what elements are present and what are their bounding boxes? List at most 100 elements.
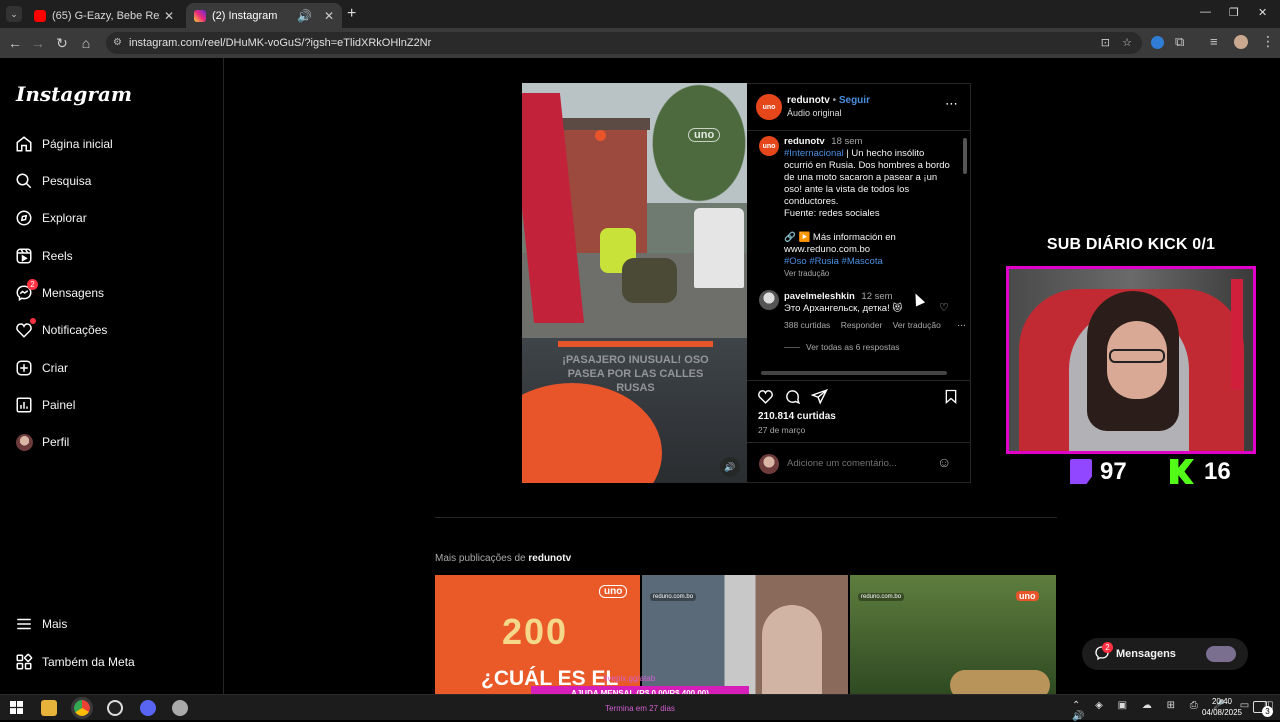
comment-reply[interactable]: Responder: [841, 320, 883, 330]
media-icon[interactable]: ≡: [1210, 34, 1218, 49]
caption-hashtags[interactable]: #Oso #Rusia #Mascota: [784, 256, 883, 267]
instagram-sidebar: Instagram Página inicial Pesquisa Explor…: [0, 58, 224, 694]
more-post-thumb-3[interactable]: reduno.com.bo uno: [850, 575, 1056, 694]
new-tab-button[interactable]: +: [347, 5, 356, 23]
like-icon[interactable]: [757, 388, 774, 410]
more-post-thumb-2[interactable]: reduno.com.bo: [642, 575, 848, 694]
sidebar-item-home[interactable]: Página inicial: [14, 132, 113, 156]
tab-youtube[interactable]: (65) G-Eazy, Bebe Rexha - Me, M ✕: [26, 3, 182, 28]
clock-time[interactable]: 20:40: [1200, 697, 1244, 706]
minimize-icon[interactable]: —: [1200, 6, 1211, 18]
forward-icon[interactable]: →: [30, 35, 46, 51]
sub-goal-title: SUB DIÁRIO KICK 0/1: [1046, 236, 1216, 253]
sidebar-item-explore[interactable]: Explorar: [14, 206, 87, 230]
mute-icon[interactable]: 🔊: [297, 9, 312, 23]
install-icon[interactable]: ⊡: [1101, 32, 1110, 54]
sidebar-item-profile[interactable]: Perfil: [14, 430, 69, 454]
comments-scrollbar[interactable]: [963, 138, 967, 174]
comments-hscrollbar[interactable]: [761, 371, 947, 375]
sidebar-item-meta[interactable]: Também da Meta: [14, 650, 135, 674]
sidebar-item-search[interactable]: Pesquisa: [14, 169, 91, 193]
tab-search-icon[interactable]: ⌄: [6, 6, 22, 22]
volume-icon[interactable]: 🔊: [720, 457, 740, 477]
comment-options-icon[interactable]: ⋯: [957, 320, 966, 330]
url-field[interactable]: ⚙ instagram.com/reel/DHuMK-voGuS/?igsh=e…: [106, 32, 1142, 54]
save-icon[interactable]: [943, 388, 959, 410]
windows-start-icon[interactable]: [10, 701, 23, 714]
thumb-source-tag: reduno.com.bo: [650, 593, 697, 601]
messages-floating-button[interactable]: 2 Mensagens: [1082, 638, 1248, 670]
more-options-icon[interactable]: ⋯: [945, 96, 958, 112]
livepix-link: livepix.gg/atab: [604, 674, 656, 683]
file-explorer-icon[interactable]: [41, 700, 57, 716]
author-username[interactable]: redunotv: [787, 95, 830, 106]
back-icon[interactable]: ←: [7, 35, 23, 51]
webcam-mic: [1231, 279, 1243, 389]
video-bear: [622, 258, 677, 303]
instagram-icon: [194, 9, 206, 22]
sidebar-item-label: Mais: [42, 617, 68, 631]
puzzle-icon[interactable]: ⧉: [1175, 34, 1184, 50]
reload-icon[interactable]: ↻: [54, 35, 70, 52]
original-audio[interactable]: Áudio original: [787, 108, 842, 118]
comment-author[interactable]: pavelmeleshkin: [784, 291, 855, 302]
discord-icon[interactable]: [140, 700, 156, 716]
more-posts-user[interactable]: redunotv: [528, 553, 571, 564]
chrome-icon[interactable]: [71, 697, 93, 719]
reel-video[interactable]: ¡PASAJERO INUSUAL! OSO PASEA POR LAS CAL…: [522, 83, 747, 483]
video-channel-logo: uno: [688, 128, 721, 142]
comment-input[interactable]: Adicione um comentário...: [787, 458, 897, 469]
sidebar-item-more[interactable]: Mais: [14, 612, 67, 636]
instagram-logo[interactable]: Instagram: [16, 82, 132, 106]
obs-icon[interactable]: [107, 700, 123, 716]
sidebar-item-label: Criar: [42, 361, 68, 375]
sidebar-item-create[interactable]: Criar: [14, 356, 68, 380]
comment-translate[interactable]: Ver tradução: [893, 320, 941, 330]
emoji-icon[interactable]: ☺: [937, 454, 951, 470]
close-window-icon[interactable]: ✕: [1258, 6, 1267, 19]
home-browser-icon[interactable]: ⌂: [78, 35, 94, 51]
author-avatar[interactable]: uno: [756, 94, 782, 120]
app-icon[interactable]: [172, 700, 188, 716]
tab-instagram[interactable]: (2) Instagram 🔊 ✕: [186, 3, 342, 28]
sidebar-item-label: Também da Meta: [42, 655, 135, 669]
twitch-icon: [1070, 459, 1092, 484]
site-info-icon[interactable]: ⚙: [113, 32, 122, 54]
caption-avatar[interactable]: uno: [759, 136, 779, 156]
close-tab-icon[interactable]: ✕: [164, 9, 174, 23]
search-icon: [14, 171, 34, 191]
view-replies[interactable]: Ver todas as 6 respostas: [784, 342, 900, 352]
thumb-logo: uno: [1016, 591, 1039, 601]
compass-icon: [14, 208, 34, 228]
comment-avatar[interactable]: [759, 290, 779, 310]
youtube-icon: [34, 9, 46, 22]
caption-author[interactable]: redunotv: [784, 136, 825, 147]
comment-actions: 388 curtidas Responder Ver tradução ⋯: [784, 320, 966, 331]
tray-icons[interactable]: ⌃ ◈ ▣ ☁ ⊞ ⎙ 🎤 ▭ ◫ 🔊: [1072, 700, 1280, 722]
restore-icon[interactable]: ❐: [1229, 6, 1239, 19]
comment-likes[interactable]: 388 curtidas: [784, 320, 830, 330]
sidebar-item-messages[interactable]: 2 Mensagens: [14, 279, 104, 305]
profile-avatar[interactable]: [1234, 35, 1248, 49]
sidebar-item-label: Pesquisa: [42, 174, 92, 188]
share-icon[interactable]: [810, 388, 828, 410]
messages-float-badge: 2: [1102, 642, 1113, 653]
kebab-menu-icon[interactable]: ⋮: [1261, 33, 1275, 50]
sidebar-item-reels[interactable]: Reels: [14, 244, 73, 268]
home-icon: [14, 134, 34, 154]
sidebar-item-dashboard[interactable]: Painel: [14, 393, 75, 417]
comment-like-icon[interactable]: ♡: [939, 301, 949, 314]
comment-icon[interactable]: [784, 388, 801, 410]
bookmark-star-icon[interactable]: ☆: [1122, 32, 1132, 54]
close-tab-icon[interactable]: ✕: [324, 9, 334, 23]
follow-button[interactable]: Seguir: [839, 95, 870, 106]
caption-translate[interactable]: Ver tradução: [784, 269, 829, 278]
extension-icon[interactable]: [1151, 36, 1164, 49]
likes-count[interactable]: 210.814 curtidas: [758, 411, 836, 422]
caption-hashtag[interactable]: #Internacional: [784, 148, 844, 159]
video-caption-bar: [558, 341, 713, 347]
sidebar-item-notifications[interactable]: Notificações: [14, 318, 107, 342]
clock-date[interactable]: 04/08/2025: [1198, 708, 1246, 717]
menu-icon: [14, 614, 34, 634]
plus-square-icon: [14, 358, 34, 378]
